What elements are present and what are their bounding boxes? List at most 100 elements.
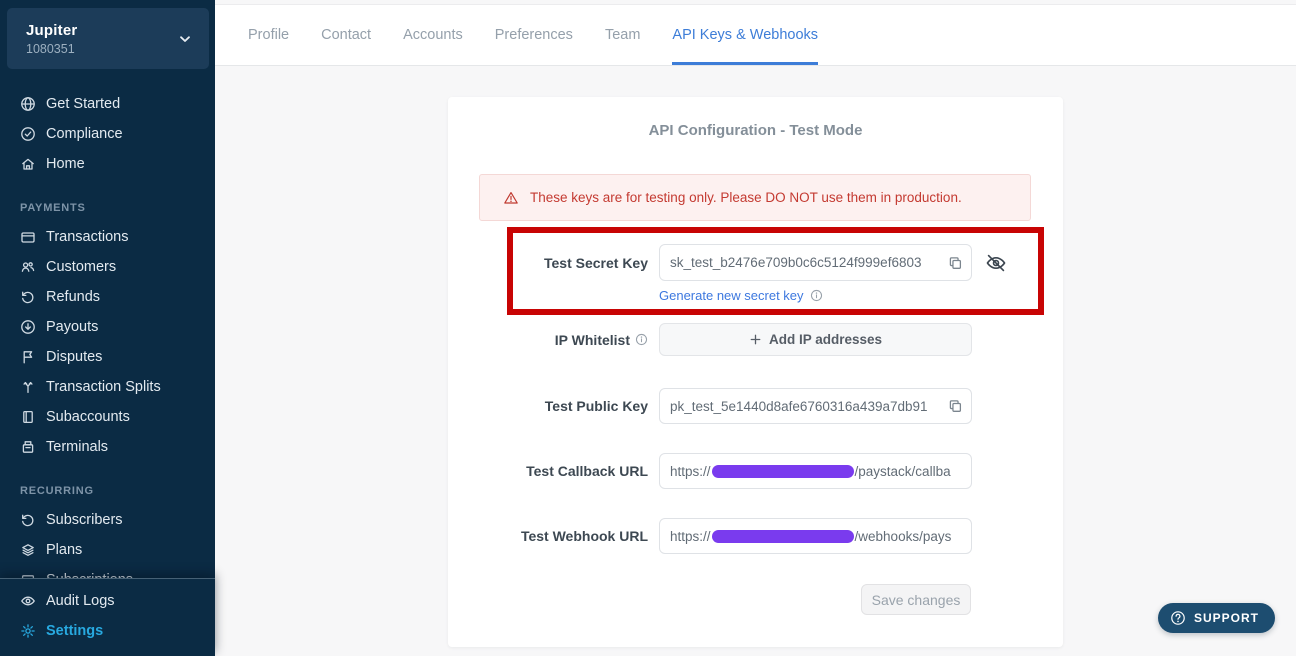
layers-icon	[20, 542, 36, 558]
save-changes-button[interactable]: Save changes	[861, 584, 971, 615]
sidebar-item-label: Get Started	[46, 96, 120, 112]
secret-key-label: Test Secret Key	[448, 244, 659, 281]
callback-url-value: https:///paystack/callba	[670, 464, 961, 479]
split-icon	[20, 379, 36, 395]
sidebar-item-subaccounts[interactable]: Subaccounts	[0, 402, 215, 432]
sidebar-item-customers[interactable]: Customers	[0, 252, 215, 282]
flag-icon	[20, 349, 36, 365]
webhook-url-value: https:///webhooks/pays	[670, 529, 961, 544]
sidebar-item-terminals[interactable]: Terminals	[0, 432, 215, 462]
main-area: Profile Contact Accounts Preferences Team API…	[215, 0, 1296, 656]
sidebar: Jupiter 1080351 Get Started Compliance Hom…	[0, 0, 215, 656]
sidebar-item-label: Home	[46, 156, 85, 172]
tab-profile[interactable]: Profile	[248, 5, 289, 65]
sidebar-item-transactions[interactable]: Transactions	[0, 222, 215, 252]
sidebar-section-recurring: RECURRING	[0, 476, 215, 505]
sidebar-item-settings[interactable]: Settings	[0, 616, 215, 646]
info-icon[interactable]	[810, 289, 823, 302]
ip-whitelist-row: IP Whitelist Add IP addresses	[448, 323, 1063, 356]
secret-key-input[interactable]: sk_test_b2476e709b0c6c5124f999ef6803	[659, 244, 972, 281]
generate-key-row: Generate new secret key	[659, 288, 823, 303]
sidebar-footer: Audit Logs Settings	[0, 578, 215, 656]
callback-url-input[interactable]: https:///paystack/callba	[659, 453, 972, 489]
sidebar-item-label: Terminals	[46, 439, 108, 455]
sidebar-item-get-started[interactable]: Get Started	[0, 89, 215, 119]
secret-key-row: Test Secret Key sk_test_b2476e709b0c6c51…	[448, 244, 1063, 281]
sidebar-item-label: Audit Logs	[46, 593, 115, 609]
account-selector[interactable]: Jupiter 1080351	[7, 8, 209, 69]
ip-whitelist-label: IP Whitelist	[448, 323, 659, 356]
chevron-down-icon	[177, 31, 193, 47]
sidebar-item-label: Subaccounts	[46, 409, 130, 425]
sidebar-item-label: Transaction Splits	[46, 379, 161, 395]
users-icon	[20, 259, 36, 275]
public-key-input[interactable]: pk_test_5e1440d8afe6760316a439a7db91	[659, 388, 972, 424]
check-circle-icon	[20, 126, 36, 142]
ip-whitelist-label-text: IP Whitelist	[555, 332, 630, 348]
sidebar-item-label: Disputes	[46, 349, 102, 365]
sidebar-item-audit-logs[interactable]: Audit Logs	[0, 586, 215, 616]
sidebar-item-label: Payouts	[46, 319, 98, 335]
webhook-url-row: Test Webhook URL https:///webhooks/pays	[448, 518, 1063, 554]
rotate-icon	[20, 512, 36, 528]
sidebar-item-label: Settings	[46, 623, 103, 639]
support-button[interactable]: SUPPORT	[1158, 603, 1275, 633]
warning-icon	[503, 190, 519, 206]
info-icon[interactable]	[635, 333, 648, 346]
sidebar-item-label: Subscribers	[46, 512, 123, 528]
card-title: API Configuration - Test Mode	[448, 122, 1063, 139]
undo-icon	[20, 289, 36, 305]
sidebar-item-payouts[interactable]: Payouts	[0, 312, 215, 342]
copy-icon[interactable]	[945, 254, 964, 271]
sidebar-item-subscribers[interactable]: Subscribers	[0, 505, 215, 535]
gear-icon	[20, 623, 36, 639]
support-label: SUPPORT	[1194, 611, 1259, 625]
home-icon	[20, 156, 36, 172]
eye-icon	[20, 593, 36, 609]
sidebar-item-label: Customers	[46, 259, 116, 275]
sidebar-item-label: Transactions	[46, 229, 128, 245]
globe-icon	[20, 96, 36, 112]
tab-accounts[interactable]: Accounts	[403, 5, 463, 65]
callback-url-row: Test Callback URL https:///paystack/call…	[448, 453, 1063, 489]
settings-tabbar: Profile Contact Accounts Preferences Team API…	[215, 4, 1296, 66]
public-key-value: pk_test_5e1440d8afe6760316a439a7db91	[670, 399, 961, 414]
account-name: Jupiter	[26, 22, 177, 39]
redaction-blob	[712, 465, 854, 478]
account-id: 1080351	[26, 42, 177, 56]
test-mode-warning: These keys are for testing only. Please …	[479, 174, 1031, 221]
public-key-row: Test Public Key pk_test_5e1440d8afe67603…	[448, 388, 1063, 424]
question-icon	[1170, 610, 1186, 626]
sidebar-item-label: Plans	[46, 542, 82, 558]
tab-preferences[interactable]: Preferences	[495, 5, 573, 65]
callback-url-label: Test Callback URL	[448, 453, 659, 489]
card-icon	[20, 229, 36, 245]
sidebar-nav: Get Started Compliance Home PAYMENTS Transac…	[0, 89, 215, 595]
sidebar-section-payments: PAYMENTS	[0, 193, 215, 222]
book-icon	[20, 409, 36, 425]
webhook-url-label: Test Webhook URL	[448, 518, 659, 554]
sidebar-item-transaction-splits[interactable]: Transaction Splits	[0, 372, 215, 402]
sidebar-item-label: Compliance	[46, 126, 123, 142]
eye-off-icon[interactable]	[985, 252, 1007, 274]
plus-icon	[749, 333, 762, 346]
webhook-url-input[interactable]: https:///webhooks/pays	[659, 518, 972, 554]
sidebar-item-home[interactable]: Home	[0, 149, 215, 179]
generate-secret-key-link[interactable]: Generate new secret key	[659, 288, 804, 303]
sidebar-item-refunds[interactable]: Refunds	[0, 282, 215, 312]
download-circle-icon	[20, 319, 36, 335]
sidebar-item-compliance[interactable]: Compliance	[0, 119, 215, 149]
tab-contact[interactable]: Contact	[321, 5, 371, 65]
warning-text: These keys are for testing only. Please …	[530, 190, 962, 205]
sidebar-item-plans[interactable]: Plans	[0, 535, 215, 565]
tab-api-keys-webhooks[interactable]: API Keys & Webhooks	[672, 5, 818, 65]
copy-icon[interactable]	[945, 398, 964, 415]
terminal-icon	[20, 439, 36, 455]
tab-team[interactable]: Team	[605, 5, 640, 65]
add-ip-addresses-label: Add IP addresses	[769, 332, 882, 347]
add-ip-addresses-button[interactable]: Add IP addresses	[659, 323, 972, 356]
secret-key-value: sk_test_b2476e709b0c6c5124f999ef6803	[670, 255, 961, 270]
public-key-label: Test Public Key	[448, 388, 659, 424]
sidebar-item-disputes[interactable]: Disputes	[0, 342, 215, 372]
sidebar-item-label: Refunds	[46, 289, 100, 305]
